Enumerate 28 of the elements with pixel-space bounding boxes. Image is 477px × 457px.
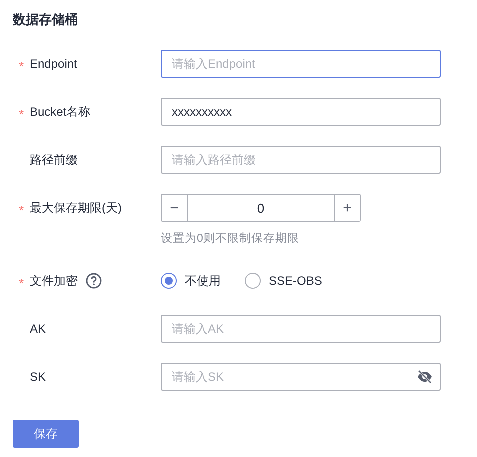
required-mark: * bbox=[18, 202, 26, 216]
input-field[interactable]: 请输入Endpoint bbox=[161, 50, 441, 78]
minus-button[interactable]: − bbox=[162, 195, 188, 221]
input-field[interactable]: 请输入路径前缀 bbox=[161, 146, 441, 174]
input-field[interactable]: 请输入SK bbox=[161, 363, 441, 391]
field-label: SK bbox=[30, 370, 46, 384]
save-button[interactable]: 保存 bbox=[13, 420, 79, 448]
field-label: 文件加密 bbox=[30, 272, 78, 290]
radio-option[interactable]: 不使用 bbox=[161, 272, 221, 290]
input-field[interactable]: xxxxxxxxxx bbox=[161, 98, 441, 126]
number-stepper[interactable]: − 0 + bbox=[161, 194, 361, 222]
radio-circle-icon[interactable] bbox=[245, 273, 261, 289]
required-mark: * bbox=[18, 58, 26, 72]
field-label: Endpoint bbox=[30, 57, 78, 71]
field-label: Bucket名称 bbox=[30, 104, 91, 120]
hint-text: 设置为0则不限制保存期限 bbox=[161, 232, 300, 247]
required-mark: * bbox=[18, 274, 26, 290]
plus-button[interactable]: + bbox=[334, 195, 360, 221]
field-label: 路径前缀 bbox=[30, 152, 78, 168]
eye-off-icon[interactable] bbox=[417, 370, 433, 384]
field-label: 最大保存期限(天) bbox=[30, 200, 122, 216]
field-label: AK bbox=[30, 322, 46, 336]
help-icon[interactable] bbox=[86, 273, 102, 289]
section-title: 数据存储桶 bbox=[13, 11, 78, 29]
required-mark: * bbox=[18, 106, 26, 120]
radio-option[interactable]: SSE-OBS bbox=[245, 273, 322, 289]
input-field[interactable]: 请输入AK bbox=[161, 315, 441, 343]
radio-circle-icon[interactable] bbox=[161, 273, 177, 289]
